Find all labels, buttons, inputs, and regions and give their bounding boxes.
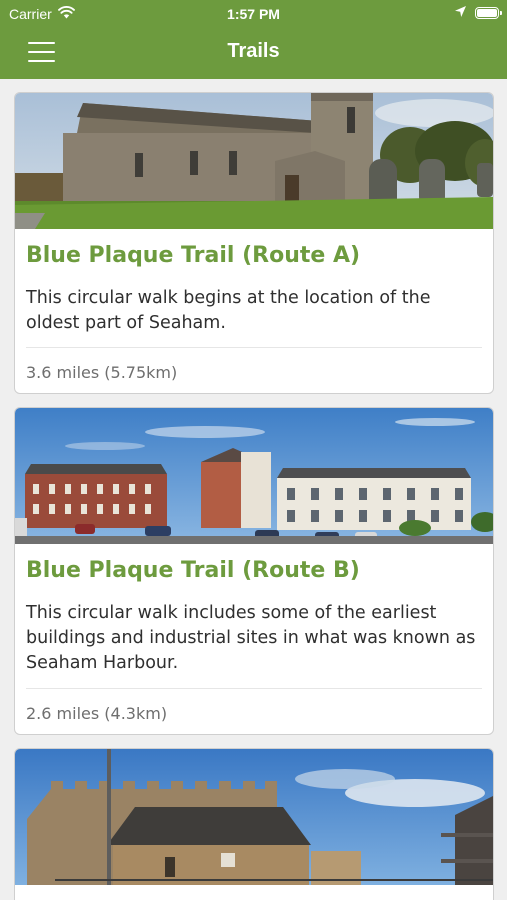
battery-level xyxy=(477,9,497,17)
card-divider xyxy=(26,688,482,689)
trail-distance: 2.6 miles (4.3km) xyxy=(26,704,168,723)
card-divider xyxy=(26,347,482,348)
trail-description: This circular walk begins at the locatio… xyxy=(26,288,431,333)
status-time: 1:57 PM xyxy=(227,6,280,22)
castle-building-photo xyxy=(15,749,493,885)
app-header: Carrier 1:57 PM Trails xyxy=(0,0,507,79)
trail-title: Blue Plaque Trail (Route B) xyxy=(26,558,360,583)
trail-description: This circular walk includes some of the … xyxy=(26,603,476,673)
status-right xyxy=(454,5,502,21)
stone-church-photo xyxy=(15,93,493,229)
trail-card[interactable]: Blue Plaque Trail (Route A) This circula… xyxy=(14,92,494,394)
terraced-houses-photo xyxy=(15,408,493,544)
battery-icon xyxy=(475,7,502,19)
page-title: Trails xyxy=(227,40,280,62)
status-bar: Carrier 1:57 PM xyxy=(0,0,507,28)
location-arrow-icon xyxy=(454,5,467,21)
trail-card[interactable] xyxy=(14,748,494,900)
trail-distance: 3.6 miles (5.75km) xyxy=(26,363,178,382)
trail-card[interactable]: Blue Plaque Trail (Route B) This circula… xyxy=(14,407,494,735)
trail-title: Blue Plaque Trail (Route A) xyxy=(26,243,361,268)
